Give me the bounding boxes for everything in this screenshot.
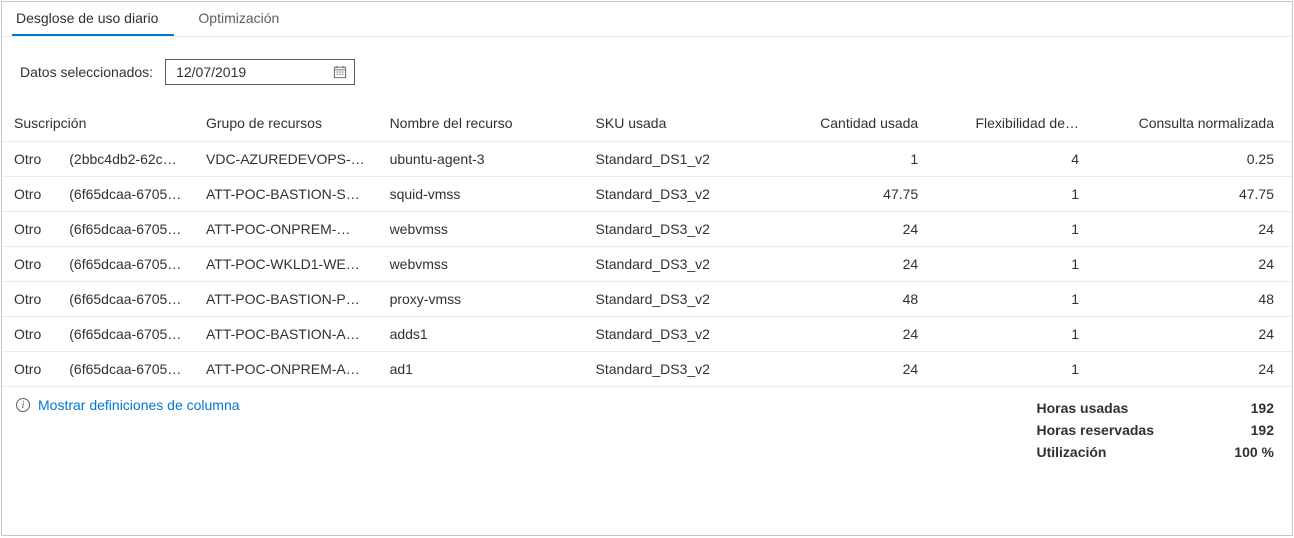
cell-norm: 24	[1091, 352, 1292, 387]
cell-resource-group: ATT-POC-WKLD1-WE…	[194, 247, 378, 282]
footer-row: i Mostrar definiciones de columna Horas …	[2, 387, 1292, 471]
cell-tag: Otro	[2, 142, 57, 177]
cell-sku: Standard_DS3_v2	[584, 177, 775, 212]
cell-tag: Otro	[2, 247, 57, 282]
table-row[interactable]: Otro (6f65dcaa-6705… ATT-POC-WKLD1-WE… w…	[2, 247, 1292, 282]
col-resource-name[interactable]: Nombre del recurso	[378, 107, 584, 142]
cell-sku: Standard_DS3_v2	[584, 282, 775, 317]
cell-sku: Standard_DS3_v2	[584, 352, 775, 387]
col-sku-used[interactable]: SKU usada	[584, 107, 775, 142]
tabs-bar: Desglose de uso diario Optimización	[2, 2, 1292, 37]
cell-subscription: (6f65dcaa-6705…	[57, 317, 194, 352]
summary-hours-reserved-value: 192	[1214, 422, 1274, 438]
cell-resource-group: VDC-AZUREDEVOPS-…	[194, 142, 378, 177]
date-picker-value: 12/07/2019	[176, 64, 246, 80]
col-resource-group[interactable]: Grupo de recursos	[194, 107, 378, 142]
cell-norm: 47.75	[1091, 177, 1292, 212]
table-row[interactable]: Otro (6f65dcaa-6705… ATT-POC-ONPREM-A… a…	[2, 352, 1292, 387]
cell-qty: 24	[774, 352, 930, 387]
cell-qty: 47.75	[774, 177, 930, 212]
show-column-definitions-link[interactable]: i Mostrar definiciones de columna	[16, 397, 240, 413]
cell-subscription: (6f65dcaa-6705…	[57, 212, 194, 247]
cell-norm: 24	[1091, 212, 1292, 247]
cell-qty: 24	[774, 247, 930, 282]
cell-subscription: (6f65dcaa-6705…	[57, 177, 194, 212]
summary-hours-used-label: Horas usadas	[1036, 400, 1128, 416]
summary-block: Horas usadas 192 Horas reservadas 192 Ut…	[1036, 397, 1274, 463]
cell-resource-name: adds1	[378, 317, 584, 352]
cell-tag: Otro	[2, 212, 57, 247]
date-filter-label: Datos seleccionados:	[20, 64, 153, 80]
cell-resource-group: ATT-POC-ONPREM-A…	[194, 352, 378, 387]
summary-hours-reserved-label: Horas reservadas	[1036, 422, 1154, 438]
cell-qty: 24	[774, 212, 930, 247]
cell-sku: Standard_DS3_v2	[584, 317, 775, 352]
info-icon: i	[16, 398, 30, 412]
cell-norm: 0.25	[1091, 142, 1292, 177]
summary-utilization: Utilización 100 %	[1036, 441, 1274, 463]
cell-flex: 4	[930, 142, 1091, 177]
cell-resource-name: squid-vmss	[378, 177, 584, 212]
cell-qty: 1	[774, 142, 930, 177]
table-row[interactable]: Otro (2bbc4db2-62c… VDC-AZUREDEVOPS-… ub…	[2, 142, 1292, 177]
cell-tag: Otro	[2, 317, 57, 352]
table-row[interactable]: Otro (6f65dcaa-6705… ATT-POC-BASTION-A… …	[2, 317, 1292, 352]
cell-resource-group: ATT-POC-BASTION-S…	[194, 177, 378, 212]
cell-qty: 48	[774, 282, 930, 317]
cell-resource-group: ATT-POC-BASTION-P…	[194, 282, 378, 317]
cell-resource-name: webvmss	[378, 247, 584, 282]
table-row[interactable]: Otro (6f65dcaa-6705… ATT-POC-BASTION-P… …	[2, 282, 1292, 317]
col-qty-used[interactable]: Cantidad usada	[774, 107, 930, 142]
cell-norm: 48	[1091, 282, 1292, 317]
usage-table: Suscripción Grupo de recursos Nombre del…	[2, 107, 1292, 387]
cell-resource-name: webvmss	[378, 212, 584, 247]
cell-flex: 1	[930, 317, 1091, 352]
cell-flex: 1	[930, 352, 1091, 387]
cell-sku: Standard_DS3_v2	[584, 247, 775, 282]
summary-utilization-value: 100 %	[1214, 444, 1274, 460]
cell-norm: 24	[1091, 247, 1292, 282]
cell-resource-group: ATT-POC-BASTION-A…	[194, 317, 378, 352]
cell-flex: 1	[930, 247, 1091, 282]
calendar-icon	[332, 64, 348, 80]
table-row[interactable]: Otro (6f65dcaa-6705… ATT-POC-BASTION-S… …	[2, 177, 1292, 212]
utilization-panel: Desglose de uso diario Optimización Dato…	[1, 1, 1293, 536]
cell-resource-name: ad1	[378, 352, 584, 387]
summary-utilization-label: Utilización	[1036, 444, 1106, 460]
cell-sku: Standard_DS3_v2	[584, 212, 775, 247]
cell-qty: 24	[774, 317, 930, 352]
cell-flex: 1	[930, 212, 1091, 247]
summary-hours-reserved: Horas reservadas 192	[1036, 419, 1274, 441]
col-subscription[interactable]: Suscripción	[2, 107, 194, 142]
filter-row: Datos seleccionados: 12/07/2019	[2, 37, 1292, 107]
tab-optimization[interactable]: Optimización	[194, 2, 295, 36]
table-row[interactable]: Otro (6f65dcaa-6705… ATT-POC-ONPREM-… we…	[2, 212, 1292, 247]
tab-daily-breakdown[interactable]: Desglose de uso diario	[12, 2, 174, 36]
cell-tag: Otro	[2, 352, 57, 387]
cell-subscription: (6f65dcaa-6705…	[57, 352, 194, 387]
table-header-row: Suscripción Grupo de recursos Nombre del…	[2, 107, 1292, 142]
cell-subscription: (6f65dcaa-6705…	[57, 247, 194, 282]
cell-resource-group: ATT-POC-ONPREM-…	[194, 212, 378, 247]
cell-sku: Standard_DS1_v2	[584, 142, 775, 177]
date-picker[interactable]: 12/07/2019	[165, 59, 355, 85]
cell-flex: 1	[930, 282, 1091, 317]
cell-flex: 1	[930, 177, 1091, 212]
summary-hours-used-value: 192	[1214, 400, 1274, 416]
cell-resource-name: ubuntu-agent-3	[378, 142, 584, 177]
defs-link-label: Mostrar definiciones de columna	[38, 397, 240, 413]
cell-tag: Otro	[2, 177, 57, 212]
col-normalized[interactable]: Consulta normalizada	[1091, 107, 1292, 142]
cell-subscription: (6f65dcaa-6705…	[57, 282, 194, 317]
cell-tag: Otro	[2, 282, 57, 317]
cell-norm: 24	[1091, 317, 1292, 352]
col-flexibility[interactable]: Flexibilidad de…	[930, 107, 1091, 142]
cell-resource-name: proxy-vmss	[378, 282, 584, 317]
cell-subscription: (2bbc4db2-62c…	[57, 142, 194, 177]
summary-hours-used: Horas usadas 192	[1036, 397, 1274, 419]
